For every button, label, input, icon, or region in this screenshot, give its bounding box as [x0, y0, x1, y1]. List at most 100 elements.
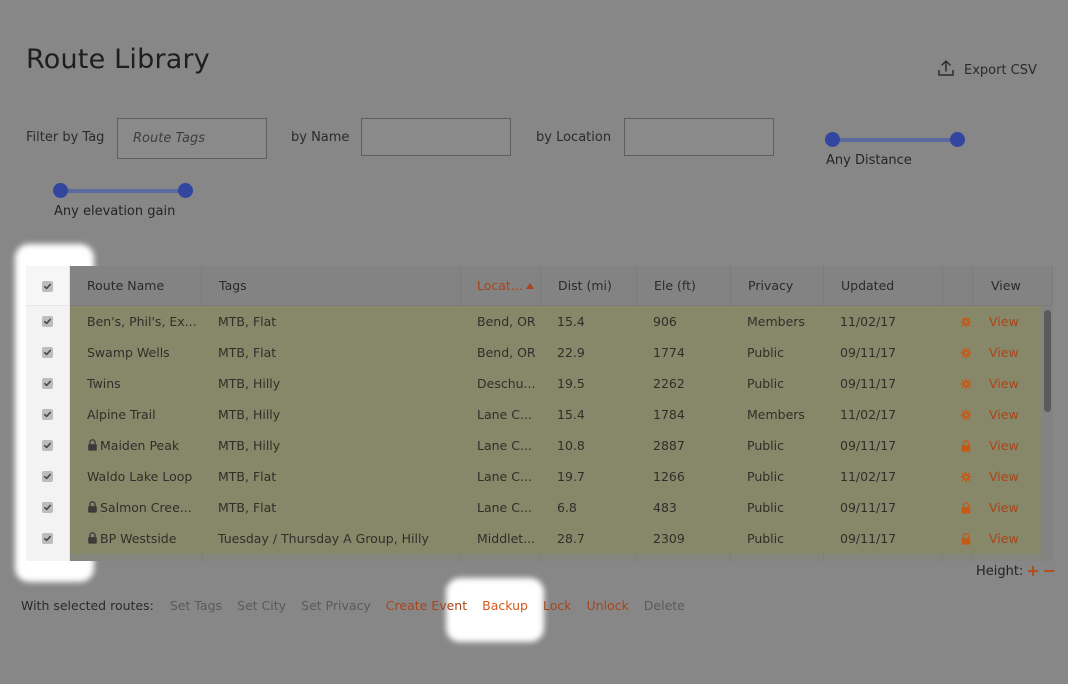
updated-cell: 09/11/17 [840, 500, 897, 515]
column-updated[interactable]: Updated [824, 266, 943, 306]
name-filter-input[interactable] [361, 118, 511, 156]
column-tags[interactable]: Tags [202, 266, 461, 306]
location-cell: Bend, OR [477, 314, 536, 329]
row-checkbox[interactable] [42, 409, 53, 420]
row-checkbox[interactable] [42, 502, 53, 513]
export-csv-button[interactable]: Export CSV [936, 58, 1037, 82]
action-set-privacy[interactable]: Set Privacy [301, 598, 371, 613]
updated-cell: 11/02/17 [840, 469, 897, 484]
lock-icon[interactable] [960, 430, 974, 461]
scrollbar-thumb[interactable] [1044, 310, 1051, 412]
table-row[interactable]: Twins MTB, Hilly Deschu... 19.5 2262 Public 09… [26, 368, 1042, 399]
table-scrollbar[interactable] [1042, 306, 1053, 561]
page-title: Route Library [26, 44, 210, 75]
row-checkbox[interactable] [42, 471, 53, 482]
privacy-cell: Public [747, 500, 784, 515]
tags-cell: Tuesday / Thursday A Group, Hilly [218, 531, 429, 546]
elevation-cell: 1774 [653, 345, 685, 360]
distance-cell: 28.7 [557, 531, 585, 546]
distance-cell: 19.7 [557, 469, 585, 484]
gear-icon[interactable] [960, 306, 974, 337]
table-row[interactable]: Alpine Trail MTB, Hilly Lane C... 15.4 1784 M… [26, 399, 1042, 430]
distance-min-handle[interactable] [825, 132, 840, 147]
action-delete[interactable]: Delete [644, 598, 685, 613]
row-checkbox[interactable] [42, 533, 53, 544]
distance-slider[interactable] [825, 132, 965, 148]
location-cell: Lane C... [477, 469, 532, 484]
updated-cell: 09/11/17 [840, 531, 897, 546]
row-checkbox[interactable] [42, 440, 53, 451]
route-tags-input[interactable] [117, 118, 267, 159]
route-name-cell: Maiden Peak [87, 430, 197, 461]
action-set-city[interactable]: Set City [237, 598, 286, 613]
increase-height-button[interactable]: + [1026, 563, 1039, 579]
view-link[interactable]: View [989, 399, 1029, 430]
elevation-cell: 2262 [653, 376, 685, 391]
route-name-cell: Waldo Lake Loop [87, 469, 193, 484]
updated-cell: 11/02/17 [840, 407, 897, 422]
location-cell: Lane C... [477, 500, 532, 515]
gear-icon[interactable] [960, 337, 974, 368]
filter-name-label: by Name [291, 130, 350, 145]
action-backup[interactable]: Backup [482, 598, 528, 613]
table-row[interactable]: BP Westside Tuesday / Thursday A Group, H… [26, 523, 1042, 554]
gear-icon[interactable] [960, 399, 974, 430]
view-link[interactable]: View [989, 306, 1029, 337]
row-checkbox[interactable] [42, 316, 53, 327]
tags-cell: MTB, Flat [218, 314, 277, 329]
lock-icon[interactable] [960, 523, 974, 554]
distance-slider-label: Any Distance [826, 153, 912, 168]
gear-icon[interactable] [960, 461, 974, 492]
location-cell: Bend, OR [477, 345, 536, 360]
action-create-event[interactable]: Create Event [386, 598, 467, 613]
column-actions [943, 266, 973, 306]
route-name-cell: Swamp Wells [87, 345, 170, 360]
bulk-actions-label: With selected routes: [21, 598, 154, 613]
table-row[interactable]: Salmon Cree... MTB, Flat Lane C... 6.8 483 Pu… [26, 492, 1042, 523]
row-checkbox[interactable] [42, 378, 53, 389]
lock-icon[interactable] [960, 492, 974, 523]
action-set-tags[interactable]: Set Tags [170, 598, 222, 613]
filter-tag-label: Filter by Tag [26, 130, 105, 145]
decrease-height-button[interactable]: − [1043, 563, 1056, 579]
view-link[interactable]: View [989, 368, 1029, 399]
table-row[interactable]: Waldo Lake Loop MTB, Flat Lane C... 19.7 126… [26, 461, 1042, 492]
table-row[interactable]: Ben's, Phil's, Ex... MTB, Flat Bend, OR 15.… [26, 306, 1042, 337]
location-filter-input[interactable] [624, 118, 774, 156]
column-distance[interactable]: Dist (mi) [541, 266, 637, 306]
privacy-cell: Members [747, 314, 805, 329]
view-link[interactable]: View [989, 430, 1029, 461]
elevation-max-handle[interactable] [178, 183, 193, 198]
lock-icon [87, 431, 98, 461]
updated-cell: 09/11/17 [840, 438, 897, 453]
column-privacy[interactable]: Privacy [731, 266, 824, 306]
elevation-slider[interactable] [53, 183, 193, 199]
elevation-cell: 483 [653, 500, 677, 515]
route-name-cell: BP Westside [87, 523, 197, 554]
view-link[interactable]: View [989, 461, 1029, 492]
view-link[interactable]: View [989, 523, 1029, 554]
column-location[interactable]: Locat... [461, 266, 541, 306]
distance-max-handle[interactable] [950, 132, 965, 147]
location-cell: Lane C... [477, 438, 532, 453]
elevation-min-handle[interactable] [53, 183, 68, 198]
elevation-cell: 1784 [653, 407, 685, 422]
view-link[interactable]: View [989, 337, 1029, 368]
lock-icon [87, 524, 98, 554]
updated-cell: 09/11/17 [840, 345, 897, 360]
elevation-cell: 2309 [653, 531, 685, 546]
gear-icon[interactable] [960, 368, 974, 399]
select-all-checkbox[interactable] [42, 281, 53, 292]
location-cell: Middlet... [477, 531, 536, 546]
column-route-name[interactable]: Route Name [70, 266, 202, 306]
table-row[interactable]: Swamp Wells MTB, Flat Bend, OR 22.9 1774 Publ… [26, 337, 1042, 368]
privacy-cell: Public [747, 345, 784, 360]
row-checkbox[interactable] [42, 347, 53, 358]
action-lock[interactable]: Lock [543, 598, 572, 613]
elevation-cell: 2887 [653, 438, 685, 453]
action-unlock[interactable]: Unlock [586, 598, 628, 613]
view-link[interactable]: View [989, 492, 1029, 523]
route-name-cell: Ben's, Phil's, Ex... [87, 314, 197, 329]
table-row[interactable]: Maiden Peak MTB, Hilly Lane C... 10.8 2887 Pu… [26, 430, 1042, 461]
column-elevation[interactable]: Ele (ft) [637, 266, 731, 306]
